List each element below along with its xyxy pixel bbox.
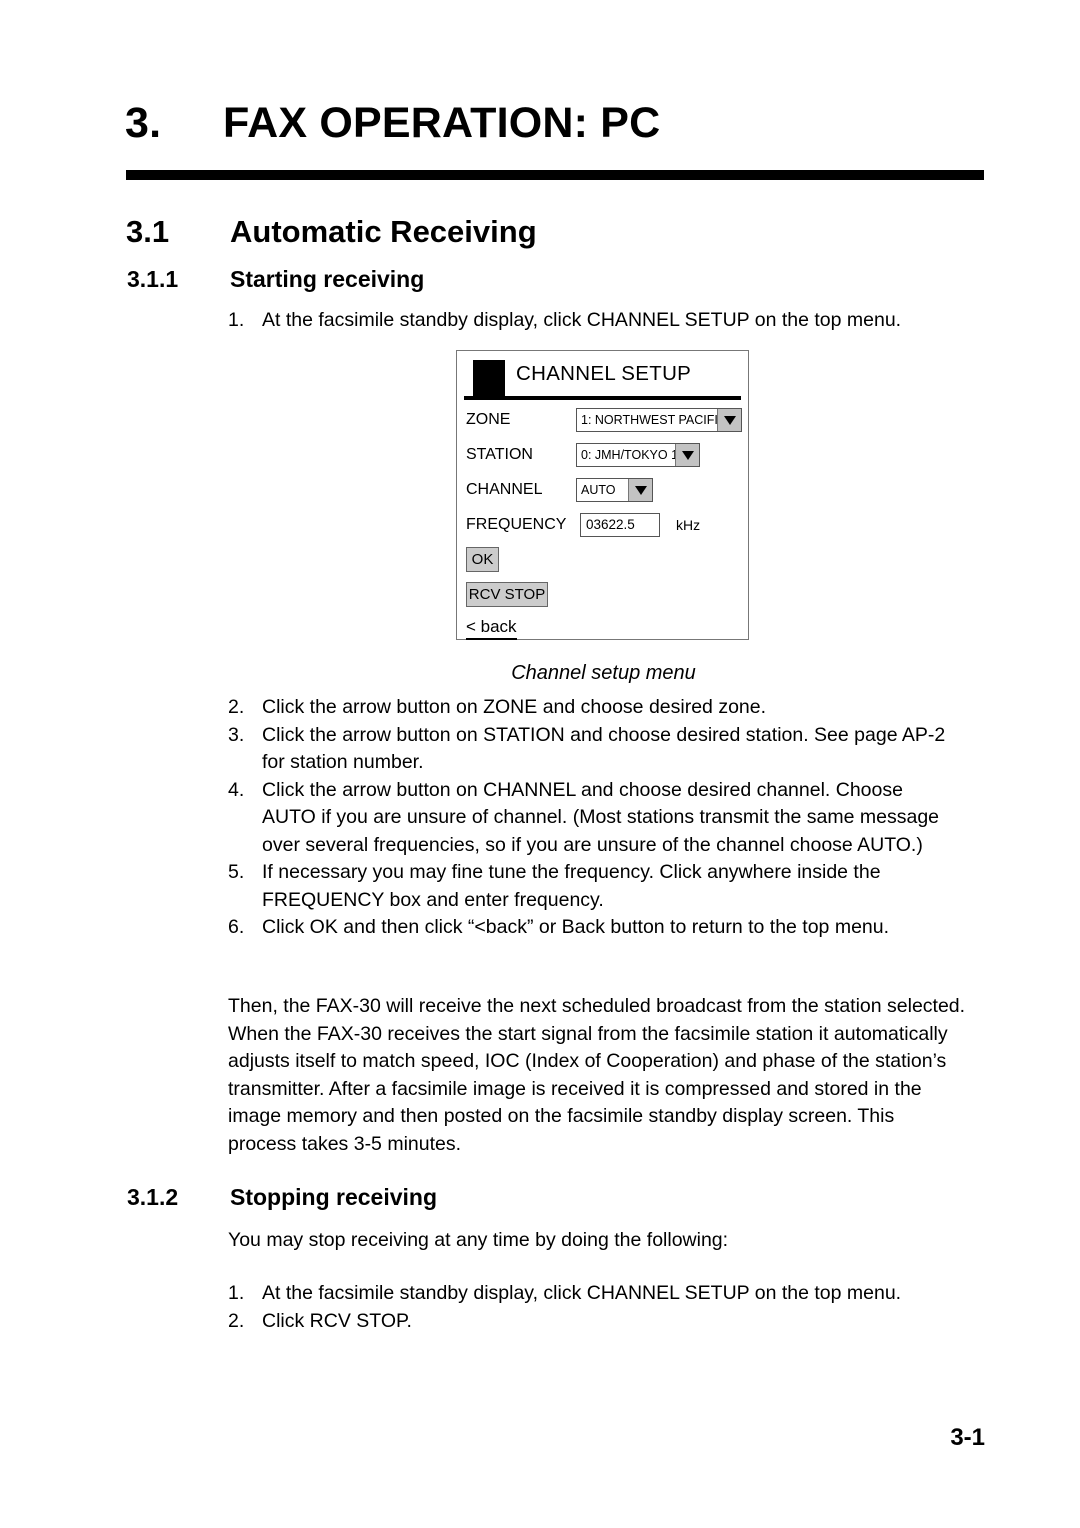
list-item-text: If necessary you may fine tune the frequ… bbox=[262, 861, 881, 911]
zone-label: ZONE bbox=[466, 411, 511, 428]
chapter-number: 3. bbox=[125, 99, 162, 147]
list-item: 1. At the facsimile standby display, cli… bbox=[228, 307, 948, 335]
subsection-number: 3.1.1 bbox=[127, 266, 179, 292]
channel-value: AUTO bbox=[581, 483, 616, 497]
list-item-text: At the facsimile standby display, click … bbox=[262, 1282, 902, 1304]
list-item-text: Click OK and then click “<back” or Back … bbox=[262, 916, 890, 938]
frequency-label: FREQUENCY bbox=[466, 516, 567, 533]
dialog-titlebar: CHANNEL SETUP bbox=[464, 358, 741, 400]
list-item: 3. Click the arrow button on STATION and… bbox=[228, 722, 948, 777]
channel-setup-dialog: CHANNEL SETUP ZONE 1: NORTHWEST PACIFIC … bbox=[456, 350, 749, 640]
list-item-text: Click the arrow button on ZONE and choos… bbox=[262, 696, 767, 718]
channel-combobox[interactable]: AUTO bbox=[576, 478, 653, 502]
subsection-heading-starting-receiving: 3.1.1 Starting receiving bbox=[127, 266, 424, 293]
field-row-frequency: FREQUENCY 03622.5 kHz bbox=[466, 513, 742, 539]
frequency-input[interactable]: 03622.5 bbox=[580, 513, 660, 537]
section-number: 3.1 bbox=[126, 214, 170, 249]
steps-list-stopping: 1. At the facsimile standby display, cli… bbox=[228, 1280, 948, 1335]
list-item: 2. Click RCV STOP. bbox=[228, 1308, 948, 1336]
paragraph-then: Then, the FAX-30 will receive the next s… bbox=[228, 995, 966, 1155]
figure-caption: Channel setup menu bbox=[511, 662, 696, 684]
list-item: 2. Click the arrow button on ZONE and ch… bbox=[228, 694, 948, 722]
subsection-heading-stopping-receiving: 3.1.2 Stopping receiving bbox=[127, 1184, 437, 1211]
station-value: 0: JMH/TOKYO 1 bbox=[581, 448, 675, 462]
list-item: 6. Click OK and then click “<back” or Ba… bbox=[228, 914, 948, 942]
title-marker-square-icon bbox=[473, 360, 505, 396]
page-number: 3-1 bbox=[950, 1424, 985, 1451]
list-item: 5. If necessary you may fine tune the fr… bbox=[228, 859, 948, 914]
list-marker: 4. bbox=[228, 778, 245, 801]
chapter-rule-divider bbox=[126, 170, 984, 180]
list-marker: 1. bbox=[228, 309, 245, 331]
document-page: 3. FAX OPERATION: PC 3.1 Automatic Receivi… bbox=[0, 0, 1080, 1528]
list-item: 1. At the facsimile standby display, cli… bbox=[228, 1280, 948, 1308]
field-row-channel: CHANNEL AUTO bbox=[466, 478, 742, 504]
section-heading: 3.1 Automatic Receiving bbox=[126, 214, 537, 250]
field-row-zone: ZONE 1: NORTHWEST PACIFIC bbox=[466, 408, 742, 434]
steps-list-starting-first: 1. At the facsimile standby display, cli… bbox=[228, 307, 948, 335]
subsection-title: Stopping receiving bbox=[230, 1184, 438, 1210]
subsection-title: Starting receiving bbox=[230, 266, 425, 292]
chevron-down-icon[interactable] bbox=[717, 409, 741, 431]
list-item-text: Click the arrow button on CHANNEL and ch… bbox=[262, 778, 940, 856]
section-title: Automatic Receiving bbox=[230, 214, 537, 249]
ok-button[interactable]: OK bbox=[466, 547, 499, 572]
chevron-down-icon[interactable] bbox=[628, 479, 652, 501]
list-marker: 1. bbox=[228, 1282, 245, 1304]
zone-value: 1: NORTHWEST PACIFIC bbox=[581, 413, 717, 427]
list-item-text: Click the arrow button on STATION and ch… bbox=[262, 723, 946, 774]
chapter-heading: 3. FAX OPERATION: PC bbox=[125, 99, 660, 148]
steps-list-starting-continued: 2. Click the arrow button on ZONE and ch… bbox=[228, 694, 948, 942]
list-item-text: Click RCV STOP. bbox=[262, 1309, 412, 1332]
paragraph-you-may-stop: You may stop receiving at any time by do… bbox=[228, 1229, 729, 1251]
list-marker: 2. bbox=[228, 696, 245, 718]
list-marker: 2. bbox=[228, 1309, 245, 1332]
list-marker: 6. bbox=[228, 916, 245, 938]
subsection-number: 3.1.2 bbox=[127, 1184, 179, 1210]
list-marker: 3. bbox=[228, 723, 245, 746]
zone-combobox[interactable]: 1: NORTHWEST PACIFIC bbox=[576, 408, 742, 432]
back-link[interactable]: < back bbox=[466, 617, 517, 640]
list-item-text: At the facsimile standby display, click … bbox=[262, 309, 902, 331]
field-row-station: STATION 0: JMH/TOKYO 1 bbox=[466, 443, 742, 469]
chevron-down-icon[interactable] bbox=[675, 444, 699, 466]
frequency-unit-label: kHz bbox=[676, 517, 701, 533]
station-label: STATION bbox=[466, 446, 533, 463]
station-combobox[interactable]: 0: JMH/TOKYO 1 bbox=[576, 443, 700, 467]
list-marker: 5. bbox=[228, 861, 245, 883]
chapter-title-text: FAX OPERATION: PC bbox=[223, 99, 661, 147]
channel-label: CHANNEL bbox=[466, 481, 543, 498]
rcv-stop-button[interactable]: RCV STOP bbox=[466, 582, 548, 607]
list-item: 4. Click the arrow button on CHANNEL and… bbox=[228, 777, 948, 860]
dialog-title: CHANNEL SETUP bbox=[516, 362, 692, 385]
